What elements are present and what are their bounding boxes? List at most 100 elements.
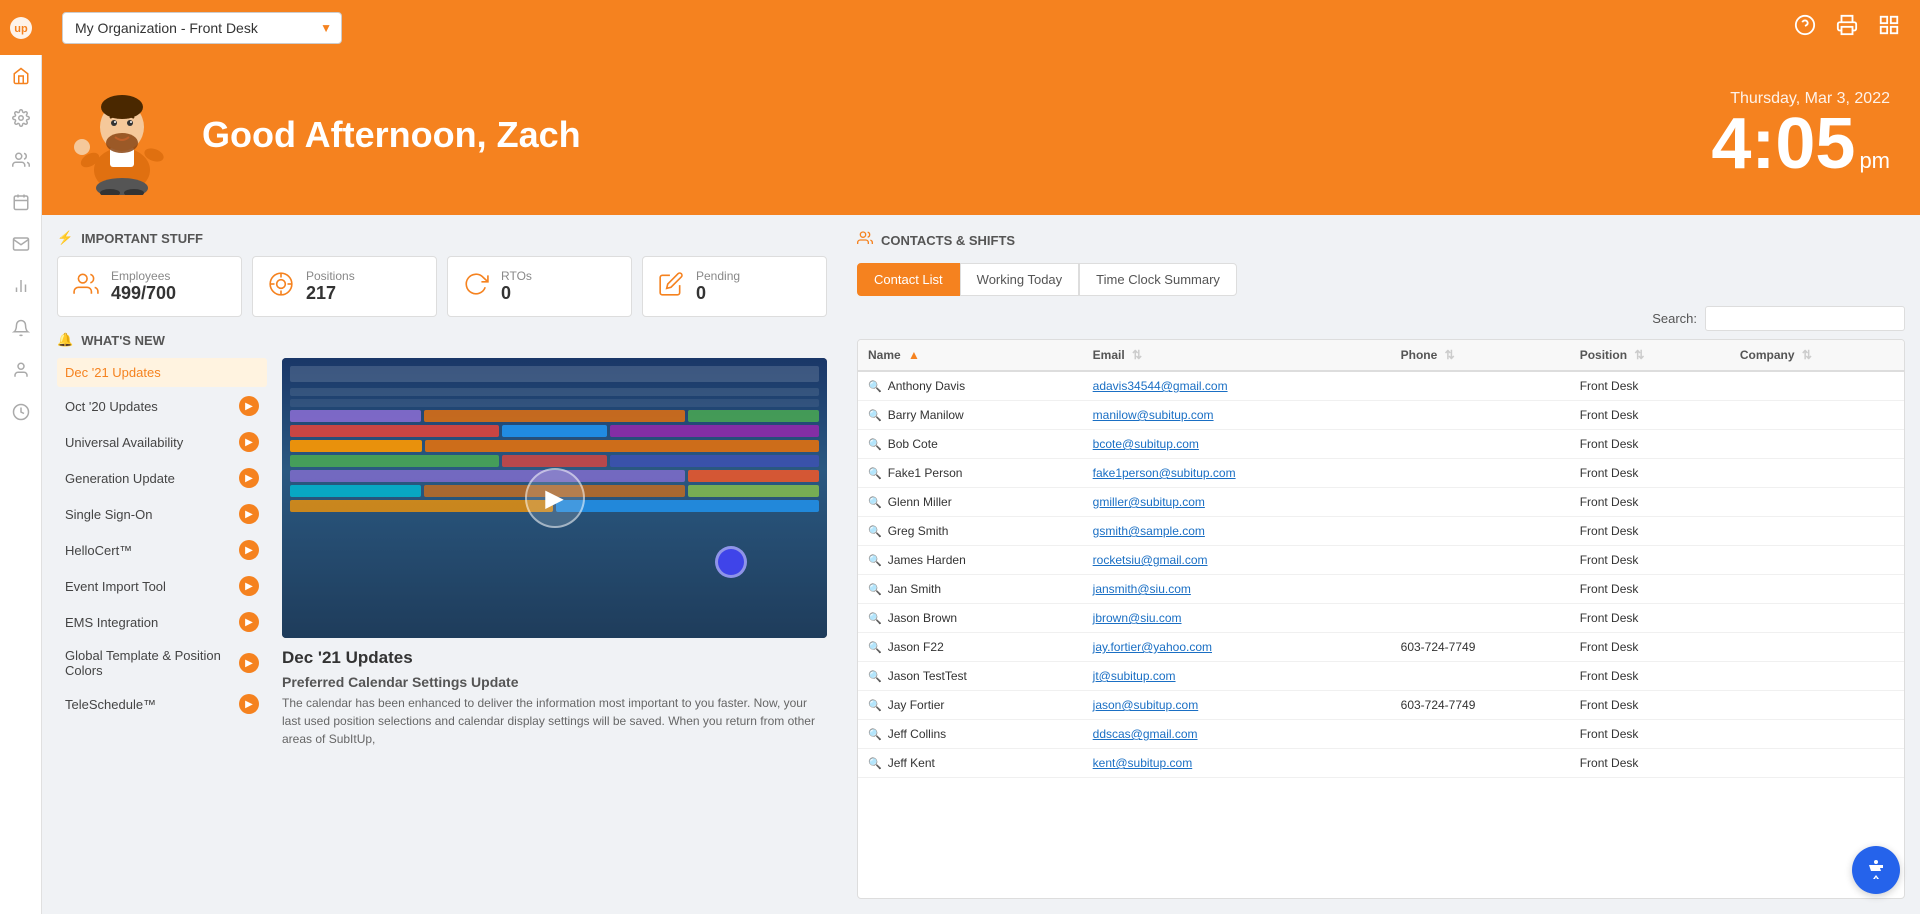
video-play-button[interactable]: ▶ <box>525 468 585 528</box>
tab-working-today[interactable]: Working Today <box>960 263 1080 296</box>
sidebar-item-home[interactable] <box>0 55 42 97</box>
news-item-teleschedule[interactable]: TeleSchedule™ ▶ <box>57 687 267 721</box>
table-row[interactable]: 🔍Greg Smith gsmith@sample.com Front Desk <box>858 517 1904 546</box>
table-row[interactable]: 🔍Jay Fortier jason@subitup.com 603-724-7… <box>858 691 1904 720</box>
grid-icon[interactable] <box>1878 14 1900 42</box>
news-item-event-import[interactable]: Event Import Tool ▶ <box>57 569 267 603</box>
content-area: ⚡ IMPORTANT STUFF Employees 499/700 <box>42 215 1920 914</box>
table-row[interactable]: 🔍Fake1 Person fake1person@subitup.com Fr… <box>858 459 1904 488</box>
table-row[interactable]: 🔍James Harden rocketsiu@gmail.com Front … <box>858 546 1904 575</box>
cell-company <box>1730 517 1904 546</box>
tab-contact-list[interactable]: Contact List <box>857 263 960 296</box>
sidebar-item-profile[interactable] <box>0 349 42 391</box>
stat-pending[interactable]: Pending 0 <box>642 256 827 317</box>
table-row[interactable]: 🔍Jason TestTest jt@subitup.com Front Des… <box>858 662 1904 691</box>
news-item-gen-update[interactable]: Generation Update ▶ <box>57 461 267 495</box>
news-item-global-template[interactable]: Global Template & Position Colors ▶ <box>57 641 267 685</box>
sidebar-item-mail[interactable] <box>0 223 42 265</box>
cell-email[interactable]: fake1person@subitup.com <box>1083 459 1391 488</box>
col-position[interactable]: Position ⇅ <box>1570 340 1730 371</box>
cell-email[interactable]: adavis34544@gmail.com <box>1083 371 1391 401</box>
tab-time-clock-summary[interactable]: Time Clock Summary <box>1079 263 1237 296</box>
contact-search-icon: 🔍 <box>868 671 882 683</box>
org-selector-wrapper[interactable]: My Organization - Front Desk ▼ <box>62 12 342 44</box>
stat-rtos[interactable]: RTOs 0 <box>447 256 632 317</box>
hero-left: Good Afternoon, Zach <box>72 75 581 195</box>
cell-name: 🔍Jan Smith <box>858 575 1083 604</box>
table-row[interactable]: 🔍Glenn Miller gmiller@subitup.com Front … <box>858 488 1904 517</box>
email-link[interactable]: manilow@subitup.com <box>1093 408 1214 422</box>
email-link[interactable]: fake1person@subitup.com <box>1093 466 1236 480</box>
contact-search-icon: 🔍 <box>868 555 882 567</box>
table-row[interactable]: 🔍Jason F22 jay.fortier@yahoo.com 603-724… <box>858 633 1904 662</box>
important-stuff-title: ⚡ IMPORTANT STUFF <box>57 230 827 246</box>
sidebar-item-settings[interactable] <box>0 97 42 139</box>
sidebar-item-calendar[interactable] <box>0 181 42 223</box>
email-link[interactable]: jansmith@siu.com <box>1093 582 1191 596</box>
stat-positions[interactable]: Positions 217 <box>252 256 437 317</box>
table-row[interactable]: 🔍Bob Cote bcote@subitup.com Front Desk <box>858 430 1904 459</box>
col-email[interactable]: Email ⇅ <box>1083 340 1391 371</box>
cell-email[interactable]: manilow@subitup.com <box>1083 401 1391 430</box>
sidebar-item-users[interactable] <box>0 139 42 181</box>
table-row[interactable]: 🔍Jeff Collins ddscas@gmail.com Front Des… <box>858 720 1904 749</box>
cell-company <box>1730 459 1904 488</box>
col-company[interactable]: Company ⇅ <box>1730 340 1904 371</box>
cell-email[interactable]: kent@subitup.com <box>1083 749 1391 778</box>
cell-email[interactable]: bcote@subitup.com <box>1083 430 1391 459</box>
sidebar-item-charts[interactable] <box>0 265 42 307</box>
email-link[interactable]: bcote@subitup.com <box>1093 437 1199 451</box>
cell-position: Front Desk <box>1570 720 1730 749</box>
table-row[interactable]: 🔍Jason Brown jbrown@siu.com Front Desk <box>858 604 1904 633</box>
accessibility-button[interactable] <box>1852 846 1900 894</box>
sidebar-logo[interactable]: up <box>0 0 42 55</box>
table-row[interactable]: 🔍Anthony Davis adavis34544@gmail.com Fro… <box>858 371 1904 401</box>
news-item-dec21[interactable]: Dec '21 Updates <box>57 358 267 387</box>
cell-email[interactable]: jason@subitup.com <box>1083 691 1391 720</box>
email-link[interactable]: jay.fortier@yahoo.com <box>1093 640 1212 654</box>
email-link[interactable]: adavis34544@gmail.com <box>1093 379 1228 393</box>
news-item-oct20[interactable]: Oct '20 Updates ▶ <box>57 389 267 423</box>
print-icon[interactable] <box>1836 14 1858 42</box>
email-link[interactable]: kent@subitup.com <box>1093 756 1193 770</box>
stat-employees[interactable]: Employees 499/700 <box>57 256 242 317</box>
email-link[interactable]: jt@subitup.com <box>1093 669 1176 683</box>
cell-position: Front Desk <box>1570 749 1730 778</box>
table-row[interactable]: 🔍Jeff Kent kent@subitup.com Front Desk <box>858 749 1904 778</box>
cell-email[interactable]: jay.fortier@yahoo.com <box>1083 633 1391 662</box>
email-link[interactable]: jason@subitup.com <box>1093 698 1199 712</box>
main-content: My Organization - Front Desk ▼ <box>42 0 1920 914</box>
email-link[interactable]: gsmith@sample.com <box>1093 524 1205 538</box>
pending-info: Pending 0 <box>696 269 740 304</box>
cell-email[interactable]: ddscas@gmail.com <box>1083 720 1391 749</box>
cell-name: 🔍Jeff Collins <box>858 720 1083 749</box>
search-input[interactable] <box>1705 306 1905 331</box>
email-link[interactable]: jbrown@siu.com <box>1093 611 1182 625</box>
email-link[interactable]: gmiller@subitup.com <box>1093 495 1205 509</box>
cell-email[interactable]: rocketsiu@gmail.com <box>1083 546 1391 575</box>
email-link[interactable]: rocketsiu@gmail.com <box>1093 553 1208 567</box>
help-icon[interactable] <box>1794 14 1816 42</box>
cell-phone <box>1391 546 1570 575</box>
table-row[interactable]: 🔍Barry Manilow manilow@subitup.com Front… <box>858 401 1904 430</box>
sidebar-item-clock[interactable] <box>0 391 42 433</box>
cell-email[interactable]: gsmith@sample.com <box>1083 517 1391 546</box>
news-item-univ-avail[interactable]: Universal Availability ▶ <box>57 425 267 459</box>
cell-position: Front Desk <box>1570 604 1730 633</box>
contact-search-icon: 🔍 <box>868 613 882 625</box>
cell-email[interactable]: jbrown@siu.com <box>1083 604 1391 633</box>
col-phone[interactable]: Phone ⇅ <box>1391 340 1570 371</box>
news-item-hellocert[interactable]: HelloCert™ ▶ <box>57 533 267 567</box>
arrow-icon-oct20: ▶ <box>239 396 259 416</box>
col-name[interactable]: Name ▲ <box>858 340 1083 371</box>
cell-email[interactable]: jansmith@siu.com <box>1083 575 1391 604</box>
sidebar-item-notifications[interactable] <box>0 307 42 349</box>
news-item-sso[interactable]: Single Sign-On ▶ <box>57 497 267 531</box>
cell-email[interactable]: jt@subitup.com <box>1083 662 1391 691</box>
video-thumbnail[interactable]: ▶ <box>282 358 827 638</box>
news-item-ems[interactable]: EMS Integration ▶ <box>57 605 267 639</box>
email-link[interactable]: ddscas@gmail.com <box>1093 727 1198 741</box>
org-selector[interactable]: My Organization - Front Desk <box>62 12 342 44</box>
table-row[interactable]: 🔍Jan Smith jansmith@siu.com Front Desk <box>858 575 1904 604</box>
cell-email[interactable]: gmiller@subitup.com <box>1083 488 1391 517</box>
